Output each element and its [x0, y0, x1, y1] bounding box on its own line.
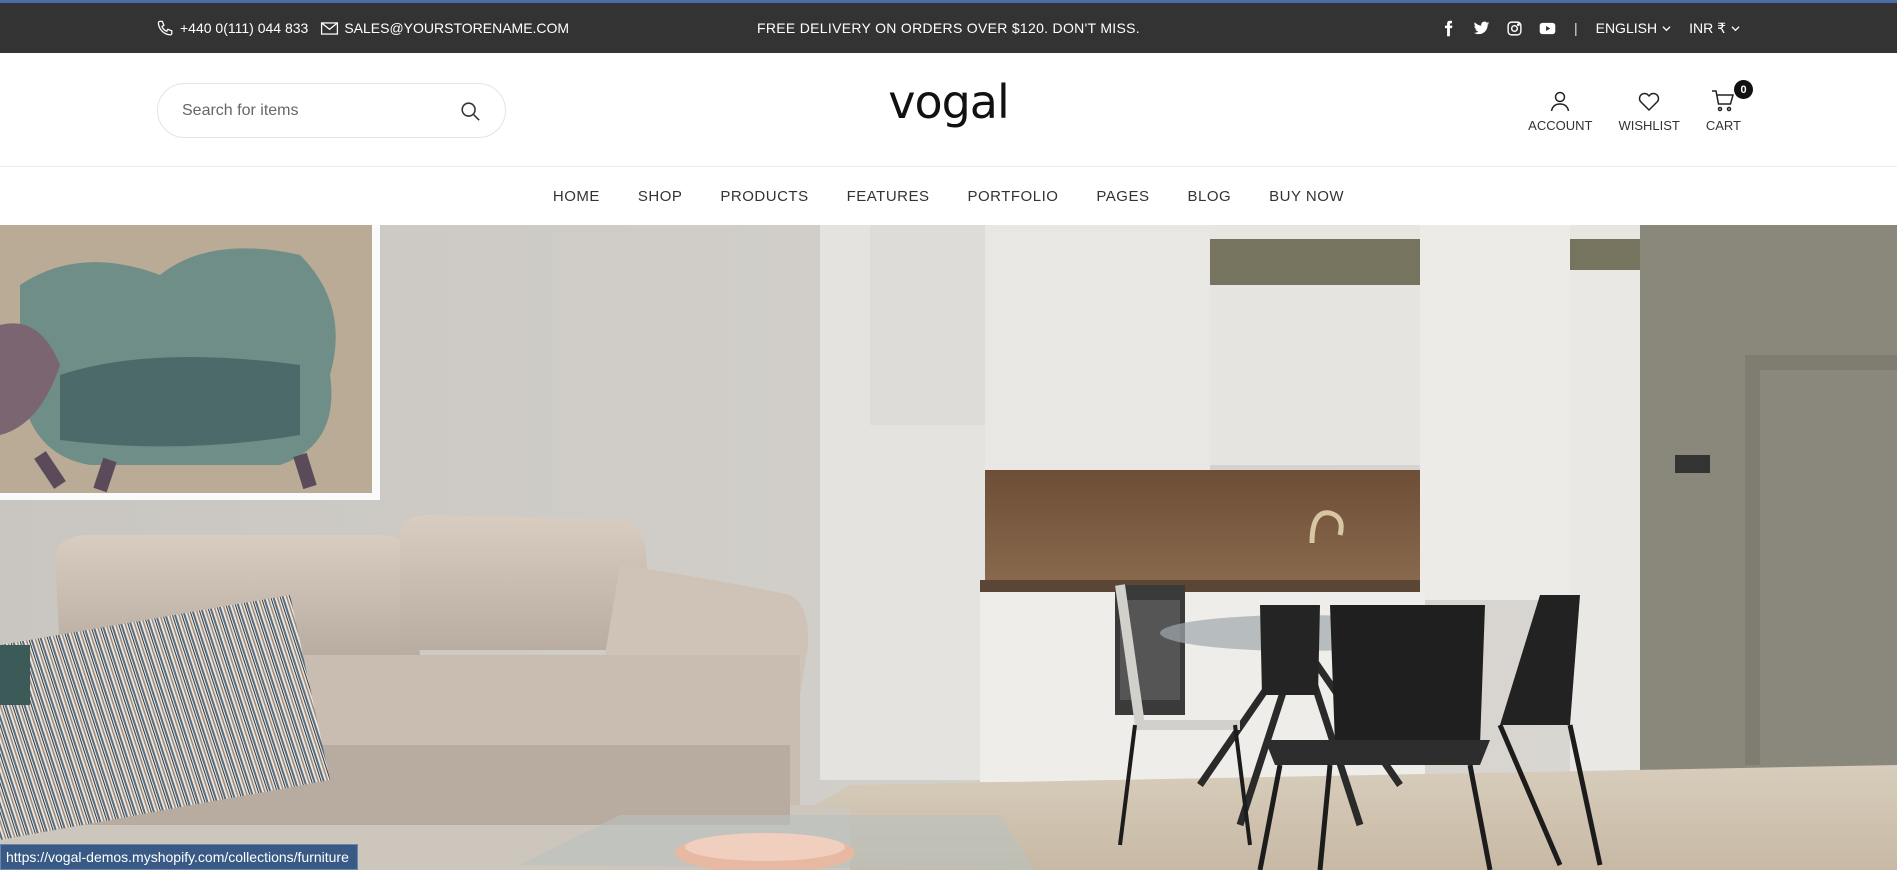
user-icon — [1551, 91, 1570, 112]
currency-label: INR ₹ — [1689, 19, 1726, 36]
chevron-down-icon — [1662, 25, 1671, 31]
nav-item-buy-now[interactable]: BUY NOW — [1269, 188, 1344, 205]
phone-number: +440 0(111) 044 833 — [180, 20, 309, 36]
nav-item-shop[interactable]: SHOP — [638, 188, 683, 205]
phone-icon — [157, 20, 173, 35]
cart-label: CART — [1705, 118, 1741, 133]
nav-item-pages[interactable]: PAGES — [1096, 188, 1149, 205]
header: vogal ACCOUNT WISHLIST CART 0 — [0, 53, 1897, 167]
facebook-icon[interactable] — [1440, 20, 1457, 37]
mail-icon — [321, 21, 339, 35]
account-label: ACCOUNT — [1528, 118, 1593, 133]
wishlist-button[interactable]: WISHLIST — [1618, 89, 1680, 133]
nav-item-products[interactable]: PRODUCTS — [720, 188, 808, 205]
hero-banner[interactable] — [0, 225, 1897, 870]
nav-item-blog[interactable]: BLOG — [1187, 188, 1231, 205]
cart-count-badge: 0 — [1734, 80, 1753, 99]
cart-icon — [1712, 90, 1735, 112]
search-input[interactable] — [182, 101, 459, 120]
search-box[interactable] — [157, 83, 506, 138]
email-address: SALES@YOURSTORENAME.COM — [344, 20, 570, 36]
logo[interactable]: vogal — [888, 75, 1010, 129]
search-icon[interactable] — [459, 100, 481, 122]
announcement-text: FREE DELIVERY ON ORDERS OVER $120. DON'T… — [757, 20, 1140, 36]
youtube-icon[interactable] — [1539, 20, 1556, 37]
top-bar: +440 0(111) 044 833 SALES@YOURSTORENAME.… — [0, 3, 1897, 53]
wishlist-label: WISHLIST — [1618, 118, 1680, 133]
main-nav: HOME SHOP PRODUCTS FEATURES PORTFOLIO PA… — [0, 167, 1897, 225]
language-label: ENGLISH — [1595, 20, 1658, 36]
nav-item-portfolio[interactable]: PORTFOLIO — [968, 188, 1059, 205]
heart-icon — [1638, 92, 1660, 112]
separator: | — [1573, 20, 1578, 36]
instagram-icon[interactable] — [1506, 20, 1523, 37]
cart-button[interactable]: CART 0 — [1705, 80, 1753, 133]
nav-item-features[interactable]: FEATURES — [847, 188, 930, 205]
phone-contact[interactable]: +440 0(111) 044 833 — [156, 19, 308, 38]
twitter-icon[interactable] — [1473, 20, 1490, 37]
hero-image — [0, 225, 1897, 870]
email-contact[interactable]: SALES@YOURSTORENAME.COM — [320, 19, 569, 38]
language-selector[interactable]: ENGLISH — [1596, 20, 1671, 36]
currency-selector[interactable]: INR ₹ — [1689, 20, 1740, 37]
nav-item-home[interactable]: HOME — [553, 188, 600, 205]
status-bar-url: https://vogal-demos.myshopify.com/collec… — [0, 844, 358, 870]
chevron-down-icon — [1731, 25, 1740, 31]
account-button[interactable]: ACCOUNT — [1528, 89, 1592, 133]
